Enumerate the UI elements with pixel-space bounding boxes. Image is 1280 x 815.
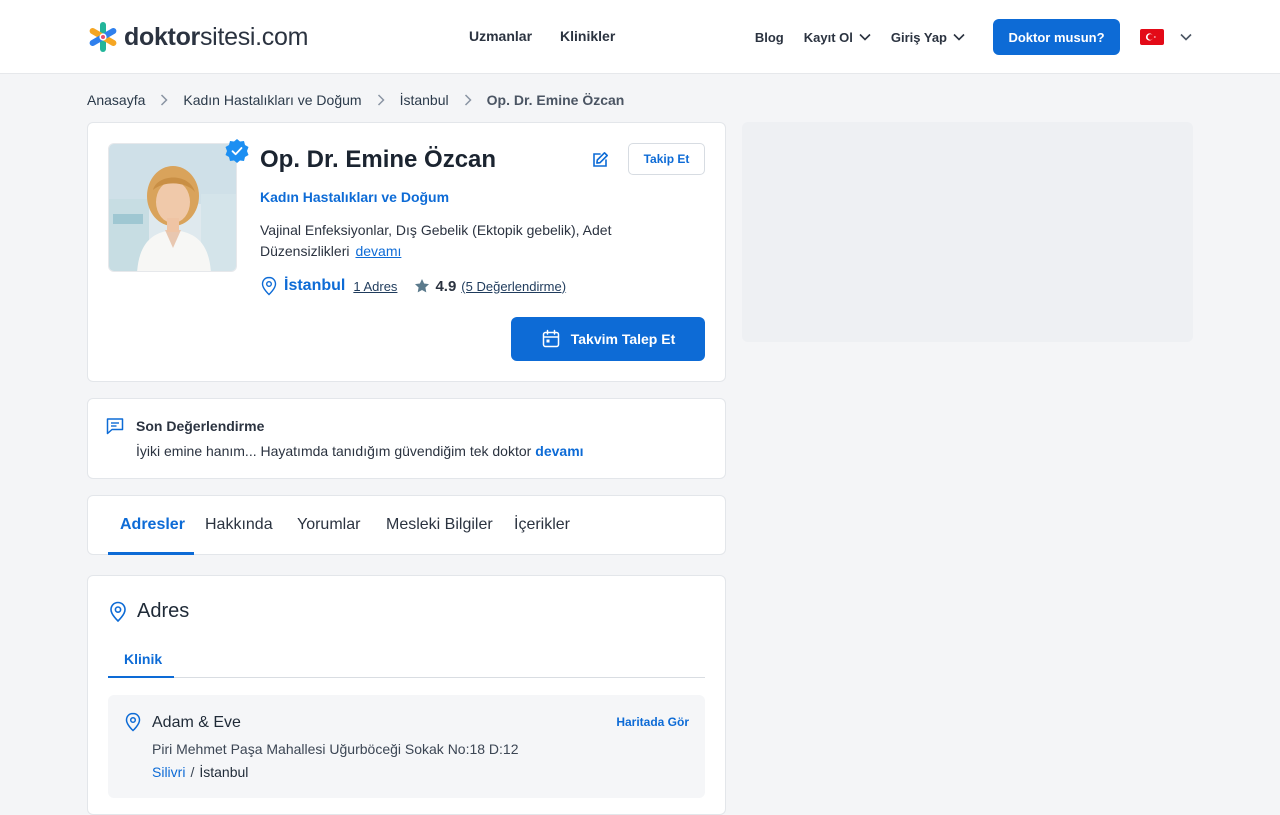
breadcrumb-city[interactable]: İstanbul <box>400 92 449 108</box>
tab-reviews[interactable]: Yorumlar <box>297 516 360 534</box>
site-header: doktorsitesi.com Uzmanlar Klinikler Blog… <box>0 0 1280 74</box>
tab-about[interactable]: Hakkında <box>205 516 273 534</box>
clinic-address-item: Adam & Eve Haritada Gör Piri Mehmet Paşa… <box>108 695 705 798</box>
subtab-divider <box>108 677 705 678</box>
doctor-conditions: Vajinal Enfeksiyonlar, Dış Gebelik (Ekto… <box>260 220 620 262</box>
logo-text: doktorsitesi.com <box>124 22 309 51</box>
location-pin-icon <box>110 601 126 623</box>
review-more-link[interactable]: devamı <box>535 443 583 459</box>
location-separator: / <box>190 764 195 780</box>
calendar-icon <box>542 329 559 348</box>
breadcrumb-current: Op. Dr. Emine Özcan <box>486 92 625 108</box>
chevron-down-icon <box>1180 33 1192 41</box>
subtab-clinic[interactable]: Klinik <box>124 651 162 667</box>
chevron-right-icon <box>160 94 168 106</box>
request-calendar-label: Takvim Talep Et <box>570 331 676 347</box>
chevron-right-icon <box>377 94 385 106</box>
edit-icon[interactable] <box>591 151 609 174</box>
register-label: Kayıt Ol <box>803 29 853 45</box>
register-dropdown[interactable]: Kayıt Ol <box>804 30 871 45</box>
doctor-meta-row: İstanbul 1 Adres 4.9 (5 Değerlendirme) <box>260 275 566 297</box>
verified-badge-icon <box>225 139 249 163</box>
chevron-right-icon <box>464 94 472 106</box>
address-count-link[interactable]: 1 Adres <box>353 279 397 294</box>
location-pin-icon <box>125 712 141 732</box>
tab-contents[interactable]: İçerikler <box>514 516 570 534</box>
clinic-district-link[interactable]: Silivri <box>152 764 185 780</box>
asterisk-logo-icon <box>89 22 117 52</box>
doctor-signup-button[interactable]: Doktor musun? <box>993 19 1120 55</box>
header-actions: Blog Kayıt Ol Giriş Yap Doktor musun? <box>755 19 1192 55</box>
conditions-text: Vajinal Enfeksiyonlar, Dış Gebelik (Ekto… <box>260 222 612 259</box>
doctor-name: Op. Dr. Emine Özcan <box>260 146 497 173</box>
clinic-city-link[interactable]: İstanbul <box>199 764 248 780</box>
login-label: Giriş Yap <box>890 29 947 45</box>
chevron-down-icon <box>953 33 965 41</box>
doctor-profile-card: Op. Dr. Emine Özcan Takip Et Kadın Hasta… <box>87 122 726 382</box>
chat-bubble-icon <box>106 418 124 435</box>
address-card: Adres Klinik Adam & Eve Haritada Gör Pir… <box>87 575 726 815</box>
breadcrumb: Anasayfa Kadın Hastalıkları ve Doğum İst… <box>87 91 624 109</box>
breadcrumb-home[interactable]: Anasayfa <box>87 92 145 108</box>
latest-review-text: İyiki emine hanım... Hayatımda tanıdığım… <box>136 443 532 459</box>
tab-professional-info[interactable]: Mesleki Bilgiler <box>386 516 493 534</box>
main-nav: Uzmanlar Klinikler <box>469 28 615 44</box>
clinic-street-address: Piri Mehmet Paşa Mahallesi Uğurböceği So… <box>152 741 519 757</box>
profile-tabs: Adresler Hakkında Yorumlar Mesleki Bilgi… <box>87 495 726 555</box>
tab-addresses[interactable]: Adresler <box>120 516 185 534</box>
active-subtab-indicator <box>108 676 174 678</box>
turkey-flag-icon <box>1140 29 1164 45</box>
site-logo[interactable]: doktorsitesi.com <box>87 21 308 53</box>
nav-item-specialists[interactable]: Uzmanlar <box>469 28 532 44</box>
star-icon <box>415 279 430 293</box>
side-panel-placeholder <box>742 122 1193 342</box>
nav-item-clinics[interactable]: Klinikler <box>560 28 615 44</box>
latest-review-card: Son Değerlendirme İyiki emine hanım... H… <box>87 398 726 479</box>
rating-value: 4.9 <box>435 277 457 295</box>
active-tab-indicator <box>108 552 194 555</box>
doctor-city-link[interactable]: İstanbul <box>284 277 345 295</box>
language-selector[interactable] <box>1140 29 1192 45</box>
latest-review-title: Son Değerlendirme <box>136 418 265 434</box>
rating-count-link[interactable]: (5 Değerlendirme) <box>461 279 566 294</box>
doctor-photo[interactable] <box>108 143 237 272</box>
chevron-down-icon <box>859 33 871 41</box>
address-section-title: Adres <box>137 600 190 622</box>
clinic-location: Silivri / İstanbul <box>152 764 248 780</box>
doctor-photo-wrapper <box>108 139 249 272</box>
latest-review-body: İyiki emine hanım... Hayatımda tanıdığım… <box>136 443 584 459</box>
clinic-name-link[interactable]: Adam & Eve <box>152 714 241 732</box>
breadcrumb-specialty[interactable]: Kadın Hastalıkları ve Doğum <box>183 92 361 108</box>
doctor-specialty-link[interactable]: Kadın Hastalıkları ve Doğum <box>260 189 449 205</box>
blog-link[interactable]: Blog <box>755 30 784 45</box>
request-calendar-button[interactable]: Takvim Talep Et <box>511 317 705 361</box>
conditions-more-link[interactable]: devamı <box>355 243 401 259</box>
login-dropdown[interactable]: Giriş Yap <box>891 30 965 45</box>
view-on-map-link[interactable]: Haritada Gör <box>616 715 689 729</box>
follow-button[interactable]: Takip Et <box>628 143 705 175</box>
location-pin-icon <box>261 276 277 296</box>
